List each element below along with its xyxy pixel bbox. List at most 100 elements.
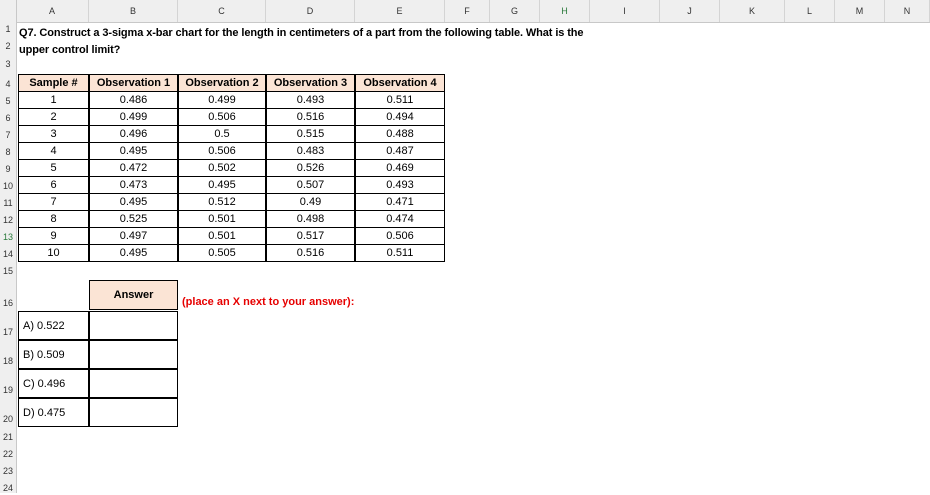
column-header-n[interactable]: N [885, 0, 930, 22]
row-header-22[interactable]: 22 [0, 444, 16, 461]
observation-cell[interactable]: 0.49 [266, 193, 355, 211]
table-header-cell[interactable]: Observation 4 [355, 74, 445, 92]
row-header-5[interactable]: 5 [0, 91, 16, 108]
observation-cell[interactable]: 0.502 [178, 159, 266, 177]
column-header-l[interactable]: L [785, 0, 835, 22]
observation-cell[interactable]: 0.473 [89, 176, 178, 194]
option-b-answer-cell[interactable] [89, 340, 178, 369]
table-header-cell[interactable]: Observation 1 [89, 74, 178, 92]
observation-cell[interactable]: 0.511 [355, 91, 445, 109]
observation-cell[interactable]: 0.487 [355, 142, 445, 160]
row-header-9[interactable]: 9 [0, 159, 16, 176]
sample-number-cell[interactable]: 10 [18, 244, 89, 262]
row-header-12[interactable]: 12 [0, 210, 16, 227]
observation-cell[interactable]: 0.499 [178, 91, 266, 109]
sample-number-cell[interactable]: 6 [18, 176, 89, 194]
observation-cell[interactable]: 0.495 [89, 244, 178, 262]
sample-number-cell[interactable]: 1 [18, 91, 89, 109]
observation-cell[interactable]: 0.505 [178, 244, 266, 262]
row-header-11[interactable]: 11 [0, 193, 16, 210]
sample-number-cell[interactable]: 8 [18, 210, 89, 228]
sample-number-cell[interactable]: 2 [18, 108, 89, 126]
observation-cell[interactable]: 0.507 [266, 176, 355, 194]
observation-cell[interactable]: 0.486 [89, 91, 178, 109]
observation-cell[interactable]: 0.526 [266, 159, 355, 177]
table-header-cell[interactable]: Sample # [18, 74, 89, 92]
column-header-f[interactable]: F [445, 0, 490, 22]
column-header-c[interactable]: C [178, 0, 266, 22]
row-header-21[interactable]: 21 [0, 426, 16, 444]
option-d-answer-cell[interactable] [89, 398, 178, 427]
row-header-20[interactable]: 20 [0, 397, 16, 426]
sample-number-cell[interactable]: 4 [18, 142, 89, 160]
observation-cell[interactable]: 0.469 [355, 159, 445, 177]
observation-cell[interactable]: 0.515 [266, 125, 355, 143]
column-header-b[interactable]: B [89, 0, 178, 22]
row-header-23[interactable]: 23 [0, 461, 16, 478]
observation-cell[interactable]: 0.499 [89, 108, 178, 126]
observation-cell[interactable]: 0.494 [355, 108, 445, 126]
row-header-17[interactable]: 17 [0, 310, 16, 339]
observation-cell[interactable]: 0.506 [178, 108, 266, 126]
table-header-cell[interactable]: Observation 2 [178, 74, 266, 92]
column-header-d[interactable]: D [266, 0, 355, 22]
row-header-15[interactable]: 15 [0, 261, 16, 278]
observation-cell[interactable]: 0.5 [178, 125, 266, 143]
row-header-7[interactable]: 7 [0, 125, 16, 142]
option-c-answer-cell[interactable] [89, 369, 178, 398]
observation-cell[interactable]: 0.474 [355, 210, 445, 228]
column-header-g[interactable]: G [490, 0, 540, 22]
observation-cell[interactable]: 0.472 [89, 159, 178, 177]
row-header-1[interactable]: 1 [0, 22, 16, 36]
row-header-13[interactable]: 13 [0, 227, 16, 244]
option-a-label: A) 0.522 [18, 311, 89, 340]
observation-cell[interactable]: 0.501 [178, 210, 266, 228]
column-header-a[interactable]: A [16, 0, 89, 22]
observation-cell[interactable]: 0.511 [355, 244, 445, 262]
sample-number-cell[interactable]: 7 [18, 193, 89, 211]
observation-cell[interactable]: 0.483 [266, 142, 355, 160]
row-header-4[interactable]: 4 [0, 71, 16, 91]
observation-cell[interactable]: 0.497 [89, 227, 178, 245]
table-header-cell[interactable]: Observation 3 [266, 74, 355, 92]
answer-header: Answer [89, 280, 178, 310]
observation-cell[interactable]: 0.495 [89, 193, 178, 211]
row-header-18[interactable]: 18 [0, 339, 16, 368]
observation-cell[interactable]: 0.506 [355, 227, 445, 245]
sample-number-cell[interactable]: 3 [18, 125, 89, 143]
row-header-8[interactable]: 8 [0, 142, 16, 159]
column-header-i[interactable]: I [590, 0, 660, 22]
observation-cell[interactable]: 0.516 [266, 244, 355, 262]
row-header-3[interactable]: 3 [0, 53, 16, 71]
row-header-6[interactable]: 6 [0, 108, 16, 125]
observation-cell[interactable]: 0.506 [178, 142, 266, 160]
row-header-14[interactable]: 14 [0, 244, 16, 261]
select-all-corner[interactable] [0, 0, 17, 22]
observation-cell[interactable]: 0.488 [355, 125, 445, 143]
row-header-2[interactable]: 2 [0, 36, 16, 53]
row-header-10[interactable]: 10 [0, 176, 16, 193]
sample-number-cell[interactable]: 9 [18, 227, 89, 245]
column-header-e[interactable]: E [355, 0, 445, 22]
observation-cell[interactable]: 0.495 [178, 176, 266, 194]
observation-cell[interactable]: 0.471 [355, 193, 445, 211]
observation-cell[interactable]: 0.498 [266, 210, 355, 228]
observation-cell[interactable]: 0.516 [266, 108, 355, 126]
column-header-k[interactable]: K [720, 0, 785, 22]
observation-cell[interactable]: 0.512 [178, 193, 266, 211]
column-header-h[interactable]: H [540, 0, 590, 22]
observation-cell[interactable]: 0.496 [89, 125, 178, 143]
option-a-answer-cell[interactable] [89, 311, 178, 340]
row-header-24[interactable]: 24 [0, 478, 16, 495]
observation-cell[interactable]: 0.495 [89, 142, 178, 160]
observation-cell[interactable]: 0.493 [355, 176, 445, 194]
column-header-j[interactable]: J [660, 0, 720, 22]
row-header-16[interactable]: 16 [0, 278, 16, 310]
column-header-m[interactable]: M [835, 0, 885, 22]
sample-number-cell[interactable]: 5 [18, 159, 89, 177]
observation-cell[interactable]: 0.501 [178, 227, 266, 245]
row-header-19[interactable]: 19 [0, 368, 16, 397]
observation-cell[interactable]: 0.525 [89, 210, 178, 228]
observation-cell[interactable]: 0.493 [266, 91, 355, 109]
observation-cell[interactable]: 0.517 [266, 227, 355, 245]
